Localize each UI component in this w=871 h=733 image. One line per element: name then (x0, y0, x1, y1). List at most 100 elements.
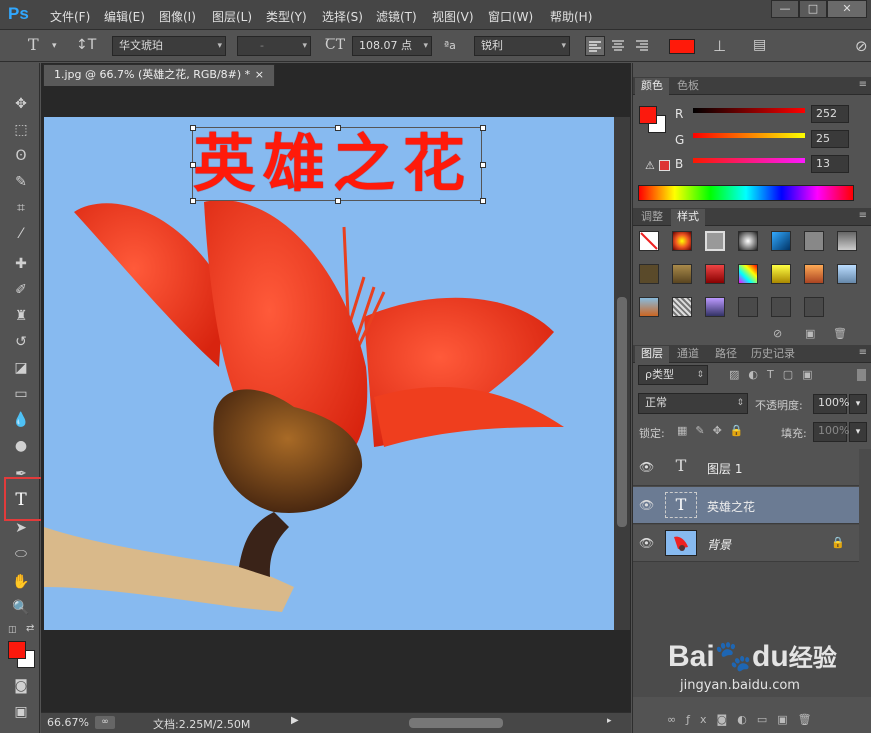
eye-icon[interactable]: 👁 (639, 460, 654, 474)
menu-help[interactable]: 帮助(H) (550, 8, 592, 25)
zoom-tool-icon[interactable]: 🔍 (10, 597, 32, 619)
anti-alias-select[interactable]: 锐利 ▾ (474, 36, 570, 56)
opacity-dropdown-icon[interactable]: ▾ (849, 394, 867, 414)
toggle-text-orientation-icon[interactable]: ↕T (76, 37, 96, 53)
menu-image[interactable]: 图像(I) (159, 8, 196, 25)
layer-actions-icons[interactable]: ∞ƒx◙◐▭▣🗑 (667, 713, 822, 726)
tab-color[interactable]: 颜色 (635, 78, 669, 95)
style-item[interactable] (771, 231, 791, 251)
menu-select[interactable]: 选择(S) (322, 8, 363, 25)
green-value-input[interactable]: 25 (811, 130, 849, 148)
tab-layers[interactable]: 图层 (635, 346, 669, 363)
marquee-tool-icon[interactable]: ⬚ (10, 119, 32, 141)
text-color-swatch[interactable] (669, 39, 695, 54)
swap-colors-icon[interactable]: ⇄ (26, 623, 34, 634)
blue-value-input[interactable]: 13 (811, 155, 849, 173)
opacity-input[interactable]: 100% (813, 394, 849, 414)
horizontal-scroll-thumb[interactable] (409, 718, 503, 728)
filter-toggle[interactable] (857, 369, 866, 381)
gamut-color-swatch[interactable] (659, 160, 670, 171)
vertical-scroll-thumb[interactable] (617, 297, 627, 527)
cancel-icon[interactable]: ⊘ (855, 37, 868, 55)
zoom-level[interactable]: 66.67% (47, 716, 89, 729)
transform-handle[interactable] (335, 125, 341, 131)
blue-slider[interactable] (693, 158, 805, 163)
vertical-scrollbar[interactable] (614, 117, 630, 630)
close-tab-icon[interactable]: × (255, 65, 264, 85)
eyedropper-tool-icon[interactable]: ⁄ (10, 223, 32, 245)
preset-dropdown-arrow-icon[interactable]: ▾ (52, 41, 57, 51)
style-item[interactable] (639, 297, 659, 317)
panel-menu-icon[interactable]: ≡ (859, 79, 867, 90)
tab-channels[interactable]: 通道 (671, 346, 705, 363)
layer-row[interactable]: 👁 T 英雄之花 (633, 487, 859, 524)
style-item[interactable] (705, 231, 725, 251)
crop-tool-icon[interactable]: ⌗ (10, 197, 32, 219)
lasso-tool-icon[interactable]: ʘ (10, 145, 32, 167)
status-link-icon[interactable]: ∞ (95, 716, 115, 729)
panel-menu-icon[interactable]: ≡ (859, 347, 867, 358)
clone-stamp-tool-icon[interactable]: ♜ (10, 305, 32, 327)
style-item[interactable] (804, 231, 824, 251)
menu-layer[interactable]: 图层(L) (212, 8, 252, 25)
fill-dropdown-icon[interactable]: ▾ (849, 422, 867, 442)
character-panel-icon[interactable]: ▤ (753, 37, 766, 53)
fill-input[interactable]: 100% (813, 422, 849, 442)
foreground-color-swatch[interactable] (8, 641, 26, 659)
lock-options-icons[interactable]: ▦✎✥🔒 (677, 424, 752, 437)
align-left-button[interactable] (585, 36, 605, 56)
layer-row[interactable]: 👁 背景 🔒 (633, 525, 859, 562)
minimize-button[interactable]: — (771, 0, 799, 18)
style-item[interactable] (804, 297, 824, 317)
transform-handle[interactable] (190, 198, 196, 204)
menu-filter[interactable]: 滤镜(T) (376, 8, 417, 25)
menu-file[interactable]: 文件(F) (50, 8, 90, 25)
style-item[interactable] (639, 264, 659, 284)
eye-icon[interactable]: 👁 (639, 498, 654, 512)
style-item[interactable] (705, 264, 725, 284)
menu-view[interactable]: 视图(V) (432, 8, 474, 25)
tab-swatches[interactable]: 色板 (671, 78, 705, 95)
align-center-button[interactable] (609, 36, 629, 56)
ellipse-tool-icon[interactable]: ⬭ (10, 543, 32, 565)
transform-handle[interactable] (335, 198, 341, 204)
tab-history[interactable]: 历史记录 (745, 346, 801, 363)
text-transform-box[interactable]: 英雄之花 (190, 125, 486, 204)
style-item[interactable] (672, 231, 692, 251)
font-style-select[interactable]: - ▾ (237, 36, 311, 56)
history-brush-tool-icon[interactable]: ↺ (10, 331, 32, 353)
eraser-tool-icon[interactable]: ◪ (10, 357, 32, 379)
document-tab[interactable]: 1.jpg @ 66.7% (英雄之花, RGB/8#) * × (43, 64, 275, 86)
style-item[interactable] (837, 231, 857, 251)
hand-tool-icon[interactable]: ✋ (10, 571, 32, 593)
out-of-gamut-warning-icon[interactable]: ⚠ (645, 159, 655, 172)
healing-brush-tool-icon[interactable]: ✚ (10, 253, 32, 275)
panel-menu-icon[interactable]: ≡ (859, 210, 867, 221)
menu-type[interactable]: 类型(Y) (266, 8, 307, 25)
clear-style-icon[interactable]: ⊘ (773, 327, 782, 340)
style-item[interactable] (738, 231, 758, 251)
warp-text-icon[interactable]: ⊥ (713, 37, 726, 55)
new-style-icon[interactable]: ▣ (805, 327, 815, 340)
color-panel-foreground-swatch[interactable] (639, 106, 657, 124)
green-slider[interactable] (693, 133, 805, 138)
image-canvas[interactable]: 英雄之花 (44, 117, 614, 630)
brush-tool-icon[interactable]: ✐ (10, 279, 32, 301)
move-tool-icon[interactable]: ✥ (10, 93, 32, 115)
transform-handle[interactable] (480, 162, 486, 168)
style-item[interactable] (672, 264, 692, 284)
quick-mask-icon[interactable]: ◙ (10, 675, 32, 697)
status-menu-arrow-icon[interactable]: ▶ (291, 715, 299, 726)
style-item[interactable] (738, 264, 758, 284)
red-slider[interactable] (693, 108, 805, 113)
close-window-button[interactable]: ✕ (827, 0, 867, 18)
style-item[interactable] (771, 264, 791, 284)
delete-style-icon[interactable]: 🗑 (833, 327, 847, 340)
default-colors-icon[interactable]: ◫ (8, 625, 17, 635)
maximize-button[interactable]: □ (799, 0, 827, 18)
style-item[interactable] (804, 264, 824, 284)
tab-paths[interactable]: 路径 (709, 346, 743, 363)
transform-handle[interactable] (480, 125, 486, 131)
style-item[interactable] (672, 297, 692, 317)
style-item[interactable] (771, 297, 791, 317)
